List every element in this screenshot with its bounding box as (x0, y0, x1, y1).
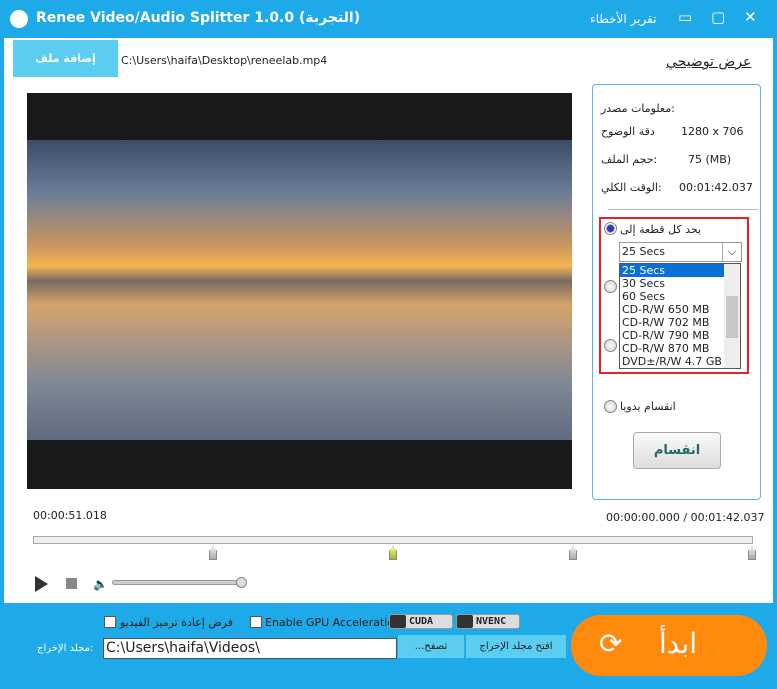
nvenc-badge: NVENC (456, 614, 520, 629)
video-frame (27, 140, 572, 440)
duration-label: الوقت الكلي: (601, 181, 662, 194)
duration-value: 00:01:42.037 (679, 181, 753, 194)
size-value: 75 (MB) (688, 153, 732, 166)
file-path: C:\Users\haifa\Desktop\reneelab.mp4 (121, 54, 328, 67)
output-folder-input[interactable]: C:\Users\haifa\Videos\ (103, 638, 397, 659)
gpu-label: Enable GPU Acceleration (265, 616, 402, 629)
resolution-label: دقة الوضوح (601, 125, 655, 138)
title-bar: Renee Video/Audio Splitter 1.0.0 (التجرب… (0, 0, 777, 38)
nvidia-icon (390, 615, 406, 628)
current-time: 00:00:51.018 (33, 509, 107, 522)
start-label: ابدأ (659, 627, 698, 660)
split-button[interactable]: انقسام (633, 432, 721, 469)
manual-split-label: انقسام يدويا (620, 400, 676, 413)
highlight-box (599, 217, 749, 374)
resolution-value: 1280 x 706 (681, 125, 744, 138)
maximize-icon[interactable]: ▢ (711, 8, 725, 26)
report-errors-link[interactable]: تقرير الأخطاء (590, 12, 657, 26)
preview-label: عرض توضيحي (666, 54, 752, 70)
reencode-checkbox[interactable] (104, 616, 116, 628)
app-logo-icon (10, 10, 28, 28)
add-file-button[interactable]: إضافة ملف (13, 40, 118, 77)
open-output-folder-button[interactable]: افتح مجلد الإخراج (466, 635, 566, 658)
start-button[interactable]: ⟳ ابدأ (571, 615, 767, 676)
close-icon[interactable]: ✕ (744, 8, 757, 26)
gpu-checkbox[interactable] (250, 616, 262, 628)
minimize-icon[interactable]: ▭ (678, 8, 692, 26)
timeline-slider[interactable] (33, 536, 753, 544)
divider (608, 209, 758, 210)
play-icon[interactable] (35, 576, 48, 592)
nvidia-icon (457, 615, 473, 628)
size-label: حجم الملف: (601, 153, 658, 166)
volume-slider[interactable] (112, 580, 242, 585)
browse-button[interactable]: ...تصفح (398, 635, 464, 658)
volume-handle[interactable] (236, 577, 247, 588)
refresh-icon: ⟳ (599, 627, 623, 660)
video-preview (27, 93, 572, 489)
volume-icon[interactable]: 🔈 (93, 577, 108, 591)
stop-icon[interactable] (66, 578, 77, 589)
window-title: Renee Video/Audio Splitter 1.0.0 (التجرب… (36, 10, 361, 26)
output-folder-label: مجلد الإخراج: (37, 643, 94, 654)
cuda-badge: CUDA (389, 614, 453, 629)
time-range: 00:00:00.000 / 00:01:42.037 (606, 511, 765, 524)
source-heading: معلومات مصدر: (601, 102, 675, 115)
reencode-label: فرض إعادة ترميز الفيديو (120, 616, 233, 629)
manual-split-radio[interactable] (604, 400, 617, 413)
